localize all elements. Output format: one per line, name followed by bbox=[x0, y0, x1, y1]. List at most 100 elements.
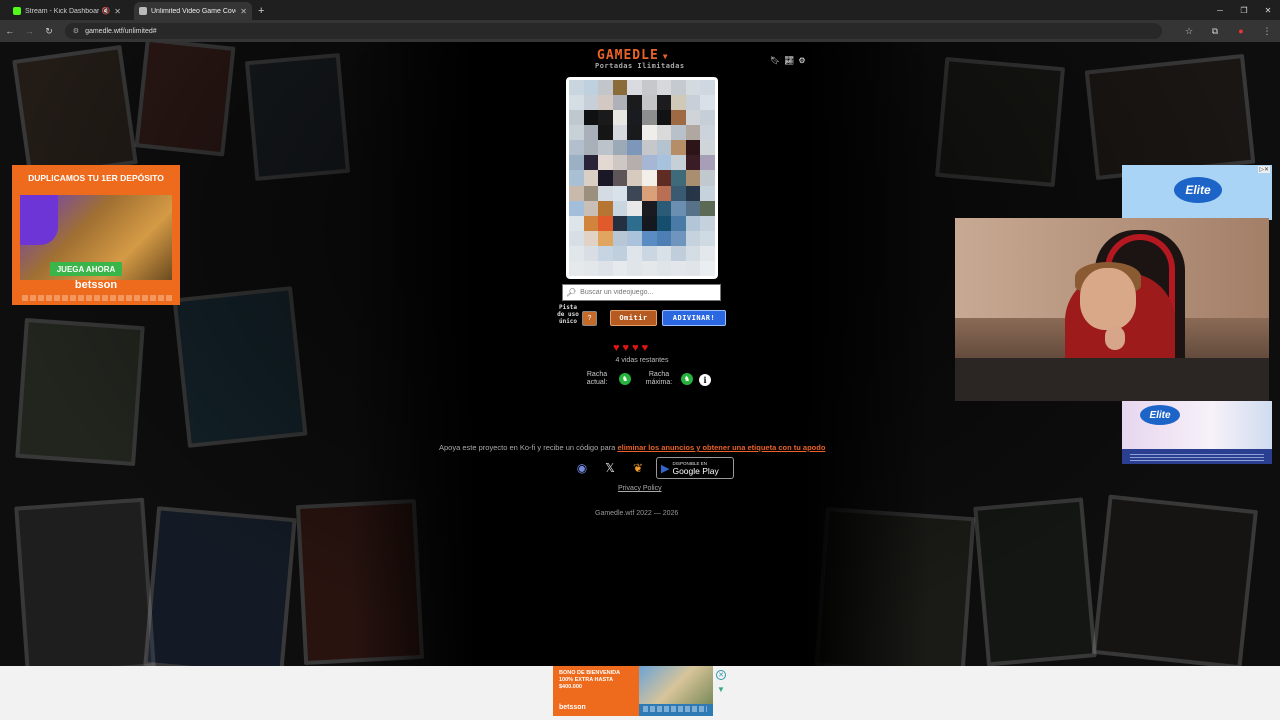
menu-icon[interactable]: ⋮ bbox=[1254, 26, 1280, 37]
bookmark-icon[interactable]: 🔖︎ bbox=[770, 56, 780, 65]
cover-pixel bbox=[583, 230, 599, 246]
cover-pixel bbox=[627, 215, 642, 231]
discord-icon[interactable]: ◉ bbox=[572, 461, 592, 475]
cover-pixel bbox=[642, 140, 657, 156]
cover-pixel bbox=[612, 155, 628, 171]
support-text: Apoya este proyecto en Ko-fi y recibe un… bbox=[439, 443, 616, 452]
cover-pixel bbox=[685, 200, 701, 216]
url-field[interactable]: ⚙ gamedle.wtf/unlimited# bbox=[64, 23, 1163, 39]
cover-pixel bbox=[598, 200, 613, 216]
current-streak-label: Racha actual: bbox=[586, 371, 608, 386]
cover-pixel bbox=[642, 245, 657, 261]
cover-pixel bbox=[700, 110, 715, 126]
cover-pixel bbox=[685, 95, 701, 111]
cover-pixel bbox=[569, 245, 584, 261]
close-window-icon[interactable]: ✕ bbox=[1256, 0, 1280, 20]
cover-pixel bbox=[612, 170, 628, 186]
cover-pixel bbox=[685, 215, 701, 231]
remove-ads-link[interactable]: eliminar los anuncios y obtener una etiq… bbox=[617, 443, 825, 452]
cover-pixel bbox=[627, 95, 642, 111]
tab-gamedle[interactable]: Unlimited Video Game Cover G ✕ bbox=[134, 2, 252, 20]
cover-pixel bbox=[627, 155, 642, 171]
back-icon[interactable]: ← bbox=[0, 26, 20, 36]
x-twitter-icon[interactable]: 𝕏 bbox=[600, 461, 620, 475]
bookmark-star-icon[interactable]: ☆ bbox=[1176, 26, 1202, 37]
current-streak-icon: ♞ bbox=[619, 373, 631, 385]
ad-headline: DUPLICAMOS TU 1ER DEPÓSITO bbox=[28, 173, 164, 183]
minimize-icon[interactable]: ─ bbox=[1208, 0, 1232, 20]
cover-pixel bbox=[700, 140, 715, 156]
ad-fine-print bbox=[22, 295, 172, 301]
bluesky-butterfly-icon[interactable]: ❦ bbox=[628, 461, 648, 475]
cover-pixel bbox=[598, 140, 613, 156]
cover-pixel bbox=[627, 200, 642, 216]
ad-close-icon[interactable]: ✕ bbox=[716, 670, 726, 680]
cover-pixel bbox=[671, 140, 686, 156]
search-input[interactable] bbox=[580, 289, 711, 296]
cover-pixel bbox=[627, 245, 642, 261]
hint-button[interactable]: ? bbox=[582, 311, 597, 326]
cover-pixel bbox=[598, 185, 613, 201]
cover-pixel bbox=[685, 155, 701, 171]
cover-pixel bbox=[671, 245, 686, 261]
cover-pixel bbox=[685, 170, 701, 186]
cover-pixel bbox=[685, 125, 701, 141]
elite-logo: Elite bbox=[1140, 405, 1180, 425]
cover-pixel bbox=[671, 200, 686, 216]
muted-speaker-icon[interactable]: 🔇 bbox=[102, 7, 111, 15]
profile-avatar-icon[interactable]: ● bbox=[1228, 26, 1254, 37]
privacy-policy-link[interactable]: Privacy Policy bbox=[618, 485, 662, 492]
cover-pixel bbox=[685, 185, 701, 201]
close-tab-icon[interactable]: ✕ bbox=[240, 7, 247, 16]
cover-pixel bbox=[583, 95, 599, 111]
top-icons: 🔖︎ 📈︎ ⚙ bbox=[770, 56, 805, 65]
ad-choices-icon[interactable]: ▼ bbox=[717, 685, 725, 694]
gamedle-logo[interactable]: GAMEDLE ▼ bbox=[597, 48, 669, 63]
extensions-icon[interactable]: ⧉ bbox=[1202, 26, 1228, 37]
mode-dropdown-icon[interactable]: ▼ bbox=[663, 52, 669, 61]
social-links: ◉ 𝕏 ❦ ▶ DISPONIBLE EN Google Play bbox=[572, 457, 734, 479]
cover-pixel bbox=[583, 155, 599, 171]
game-search-field[interactable]: 🔎︎ bbox=[562, 284, 721, 301]
cover-pixel bbox=[612, 260, 628, 276]
page-favicon-icon bbox=[139, 7, 147, 15]
betsson-side-ad[interactable]: DUPLICAMOS TU 1ER DEPÓSITO JUEGA AHORA b… bbox=[12, 165, 180, 305]
elite-ad-bottom[interactable]: Elite bbox=[1122, 401, 1272, 464]
tab-kick-dashboard[interactable]: Stream - Kick Dashboard 🔇 ✕ bbox=[8, 2, 126, 20]
cover-pixel bbox=[627, 260, 642, 276]
skip-button[interactable]: Omitir bbox=[610, 310, 657, 326]
new-tab-icon[interactable]: + bbox=[258, 5, 264, 17]
cover-pixel bbox=[642, 125, 657, 141]
reload-icon[interactable]: ↻ bbox=[39, 26, 59, 37]
info-icon[interactable]: i bbox=[699, 374, 711, 386]
google-play-badge[interactable]: ▶ DISPONIBLE EN Google Play bbox=[656, 457, 734, 479]
cover-pixel bbox=[700, 260, 715, 276]
cover-pixel bbox=[685, 80, 701, 96]
guess-button[interactable]: ADIVINAR! bbox=[662, 310, 726, 326]
cover-pixel bbox=[569, 155, 584, 171]
cover-pixel bbox=[583, 215, 599, 231]
ad-cta-button[interactable]: JUEGA AHORA bbox=[50, 262, 122, 276]
betsson-bottom-ad[interactable]: BONO DE BIENVENIDA 100% EXTRA HASTA $400… bbox=[553, 666, 713, 716]
cover-pixel bbox=[700, 185, 715, 201]
settings-gear-icon[interactable]: ⚙ bbox=[798, 56, 805, 65]
elite-ad-top[interactable]: Elite ▷✕ bbox=[1122, 165, 1272, 220]
site-info-icon[interactable]: ⚙ bbox=[73, 27, 79, 35]
max-streak-icon: ♞ bbox=[681, 373, 693, 385]
ad-choices-icon[interactable]: ▷✕ bbox=[1258, 166, 1270, 173]
cover-pixel bbox=[656, 170, 672, 186]
browser-toolbar: ☆ ⧉ ● ⋮ bbox=[1176, 26, 1280, 37]
kick-favicon-icon bbox=[13, 7, 21, 15]
stats-chart-icon[interactable]: 📈︎ bbox=[784, 56, 794, 65]
cover-pixel bbox=[700, 215, 715, 231]
cover-pixel bbox=[656, 200, 672, 216]
cover-pixel bbox=[700, 200, 715, 216]
cover-pixel bbox=[598, 155, 613, 171]
cover-pixel bbox=[612, 245, 628, 261]
cover-pixel bbox=[612, 140, 628, 156]
ad-fine-print bbox=[643, 706, 707, 712]
forward-icon[interactable]: → bbox=[20, 26, 40, 36]
close-tab-icon[interactable]: ✕ bbox=[114, 7, 121, 16]
maximize-icon[interactable]: ❐ bbox=[1232, 0, 1256, 20]
mode-subtitle: Portadas Ilimitadas bbox=[595, 62, 685, 70]
